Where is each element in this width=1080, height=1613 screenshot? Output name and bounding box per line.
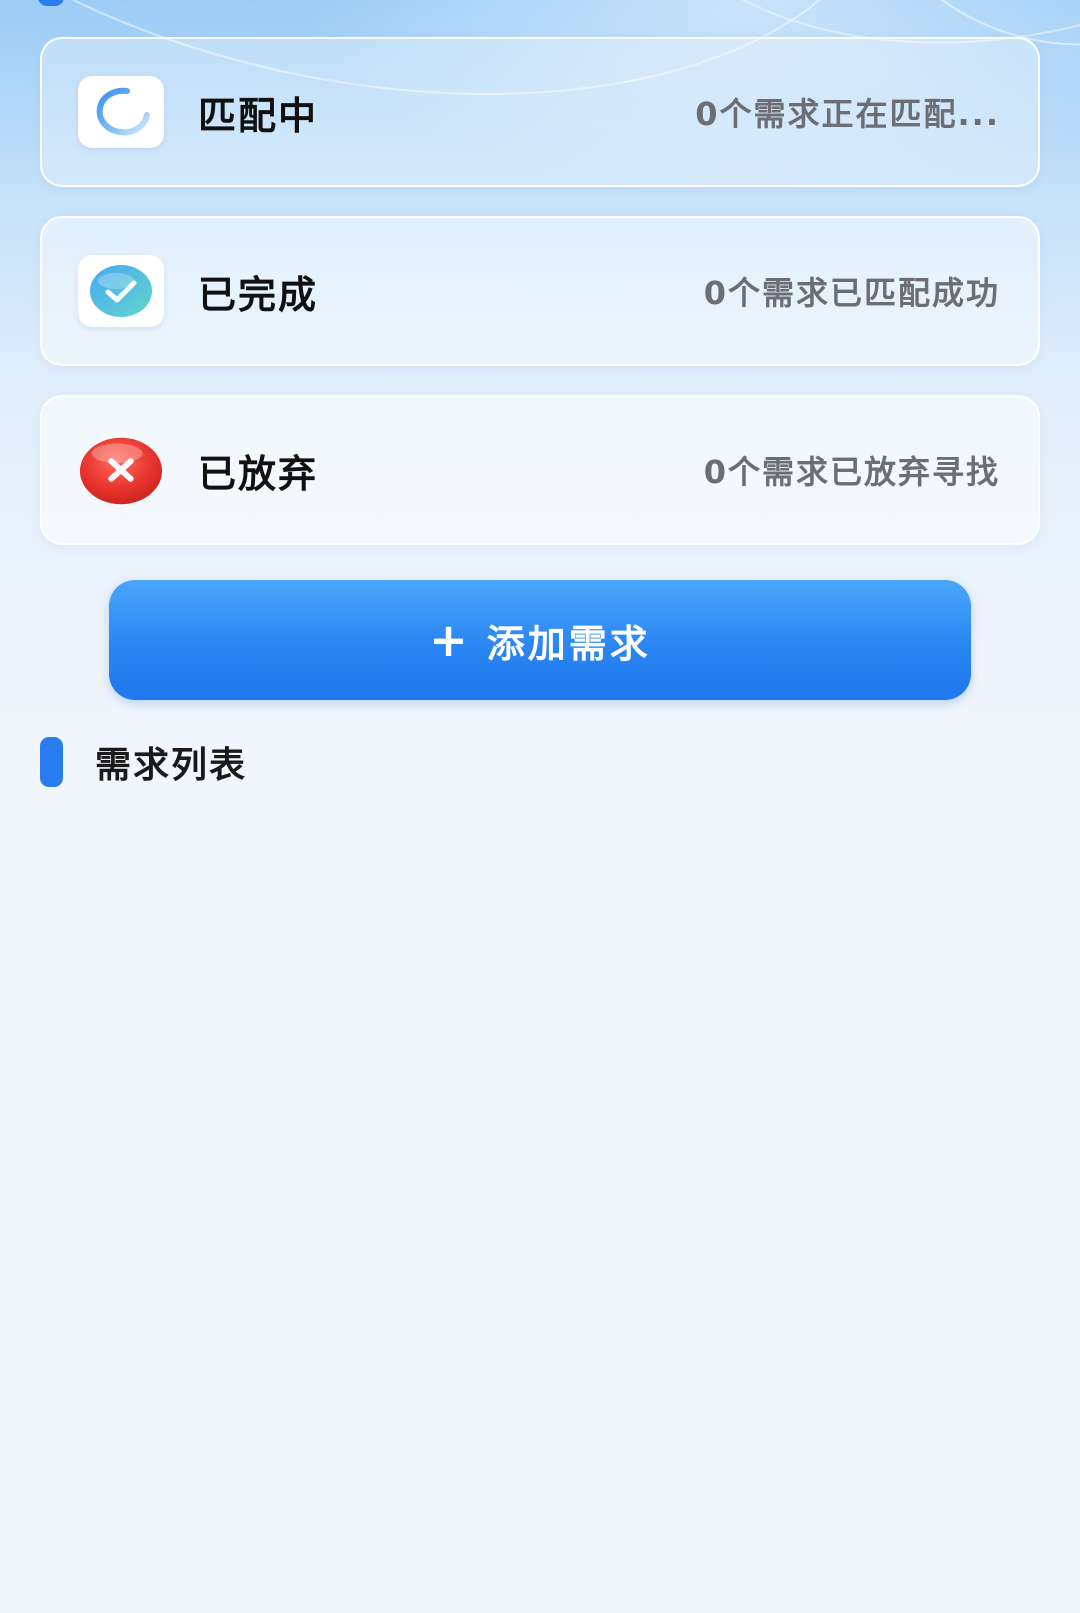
- status-card-abandoned[interactable]: 已放弃 0个需求已放弃寻找: [40, 395, 1040, 545]
- status-title: 已完成: [198, 272, 319, 317]
- section-header: 需求列表: [40, 736, 247, 788]
- status-description: 0个需求已匹配成功: [703, 274, 1000, 312]
- loading-spinner-icon: [78, 76, 164, 148]
- status-description: 0个需求已放弃寻找: [703, 453, 1000, 491]
- status-card-completed[interactable]: 已完成 0个需求已匹配成功: [40, 216, 1040, 366]
- section-marker: [40, 737, 63, 787]
- requirement-list: [0, 800, 1080, 1613]
- section-title: 需求列表: [95, 745, 248, 786]
- status-card-matching[interactable]: 匹配中 0个需求正在匹配...: [40, 37, 1040, 187]
- check-circle-icon: [78, 255, 164, 327]
- add-requirement-label: 添加需求: [486, 621, 651, 666]
- status-title: 已放弃: [198, 451, 319, 496]
- status-title: 匹配中: [198, 93, 319, 138]
- red-x-circle-icon: [78, 434, 164, 506]
- status-description: 0个需求正在匹配...: [695, 95, 1000, 133]
- plus-icon: +: [429, 613, 471, 667]
- add-requirement-button[interactable]: + 添加需求: [109, 580, 971, 700]
